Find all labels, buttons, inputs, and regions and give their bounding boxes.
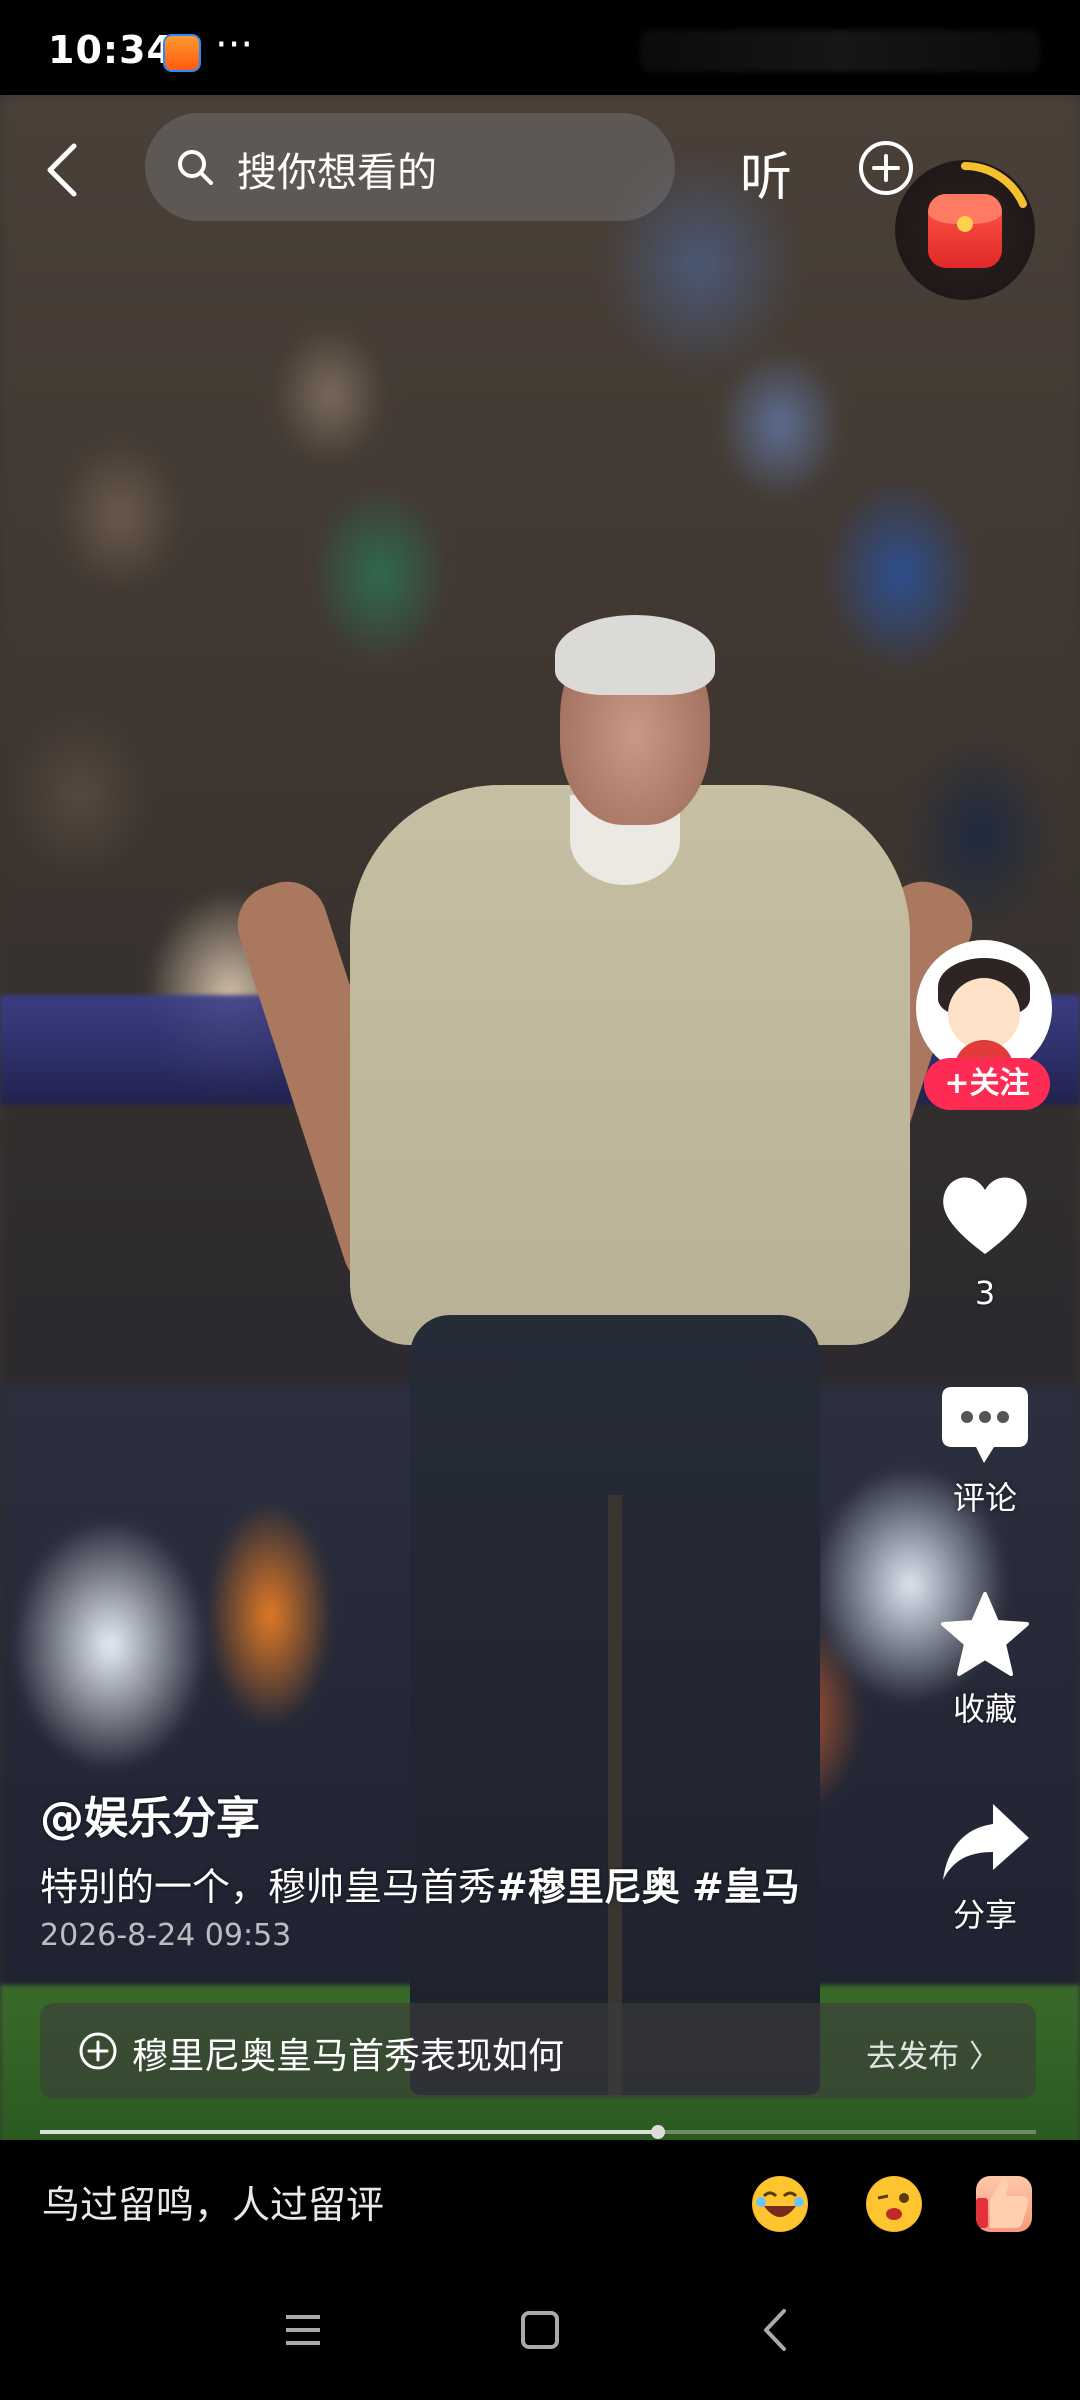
system-nav-bar xyxy=(0,2265,1080,2400)
thumbs-up-emoji-icon[interactable] xyxy=(976,2176,1032,2232)
home-icon[interactable] xyxy=(515,2305,565,2355)
red-packet-coin xyxy=(957,216,973,232)
hashtag-link[interactable]: #皇马 xyxy=(692,1865,800,1909)
hashtag-link[interactable]: #穆里尼奥 xyxy=(496,1865,680,1909)
author-avatar[interactable] xyxy=(916,940,1052,1076)
listen-button[interactable]: 听 xyxy=(740,135,792,210)
share-icon xyxy=(943,1804,1029,1880)
heart-icon xyxy=(943,1177,1027,1254)
menu-icon[interactable] xyxy=(278,2305,328,2355)
video-progress-fill xyxy=(40,2130,658,2134)
publish-link[interactable]: 去发布 〉 xyxy=(866,2031,1000,2076)
search-placeholder: 搜你想看的 xyxy=(237,150,437,196)
follow-button[interactable]: +关注 xyxy=(924,1058,1050,1110)
share-button[interactable]: 分享 xyxy=(920,1800,1050,1936)
search-box[interactable]: 搜你想看的 xyxy=(145,113,675,221)
share-label: 分享 xyxy=(952,1896,1017,1934)
status-time: 10:34 xyxy=(48,28,174,72)
star-icon xyxy=(941,1592,1029,1676)
comment-label: 评论 xyxy=(952,1479,1017,1517)
comment-button[interactable]: 评论 xyxy=(920,1383,1050,1519)
back-icon[interactable] xyxy=(38,140,88,200)
search-icon xyxy=(178,150,213,185)
red-packet-button[interactable] xyxy=(895,160,1035,300)
author-name[interactable]: @娱乐分享 xyxy=(40,1782,260,1846)
wink-emoji-icon[interactable] xyxy=(866,2176,922,2232)
status-bar: 10:34 ··· xyxy=(0,0,1080,95)
back-nav-icon[interactable] xyxy=(752,2305,802,2355)
favorite-button[interactable]: 收藏 xyxy=(920,1590,1050,1730)
plus-circle-icon xyxy=(79,2032,117,2070)
topic-bar[interactable]: 穆里尼奥皇马首秀表现如何 去发布 〉 xyxy=(40,2003,1036,2099)
post-caption: 特别的一个，穆帅皇马首秀#穆里尼奥 #皇马 xyxy=(40,1856,800,1911)
person-hair xyxy=(555,615,715,695)
like-button[interactable]: 3 xyxy=(920,1170,1050,1312)
app-notification-icon xyxy=(163,34,201,72)
status-more-icon: ··· xyxy=(215,22,254,68)
comment-input-bar[interactable]: 鸟过留鸣，人过留评 xyxy=(0,2140,1080,2265)
comment-placeholder: 鸟过留鸣，人过留评 xyxy=(42,2183,385,2227)
laugh-emoji-icon[interactable] xyxy=(752,2176,808,2232)
status-icons-area xyxy=(640,30,1040,72)
favorite-label: 收藏 xyxy=(952,1690,1017,1728)
video-progress-bar[interactable] xyxy=(40,2125,1036,2139)
caption-text: 特别的一个，穆帅皇马首秀 xyxy=(40,1865,497,1909)
like-count: 3 xyxy=(974,1274,996,1312)
video-progress-knob[interactable] xyxy=(650,2125,665,2139)
post-date: 2026-8-24 09:53 xyxy=(40,1918,292,1953)
comment-icon xyxy=(942,1387,1028,1463)
topic-text: 穆里尼奥皇马首秀表现如何 xyxy=(132,2036,565,2077)
